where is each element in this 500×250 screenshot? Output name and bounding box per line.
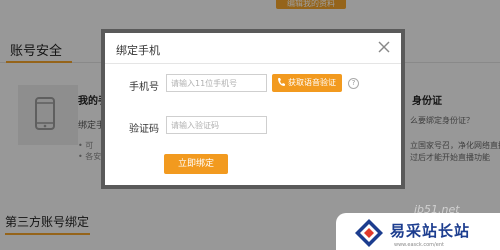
close-icon[interactable] xyxy=(375,38,393,56)
watermark-logo: 易采站长站 www.easck.com/ent xyxy=(336,213,500,250)
site-logo-icon xyxy=(355,219,383,247)
bind-now-button[interactable]: 立即绑定 xyxy=(164,154,228,174)
voice-button-label: 获取语音验证 xyxy=(288,78,336,87)
bind-phone-dialog: 绑定手机 手机号 获取语音验证 ? 验证码 立即绑定 xyxy=(101,29,405,189)
dialog-title: 绑定手机 xyxy=(116,44,160,57)
watermark-logo-title: 易采站长站 xyxy=(390,222,471,240)
phone-label: 手机号 xyxy=(129,82,159,93)
phone-input[interactable] xyxy=(166,74,267,92)
get-voice-code-button[interactable]: 获取语音验证 xyxy=(272,74,342,92)
code-label: 验证码 xyxy=(129,124,159,135)
dialog-header: 绑定手机 xyxy=(105,33,401,64)
help-icon[interactable]: ? xyxy=(348,78,359,89)
phone-handset-icon xyxy=(278,78,285,86)
watermark-logo-url: www.easck.com/ent xyxy=(394,242,444,248)
verification-code-input[interactable] xyxy=(166,116,267,134)
